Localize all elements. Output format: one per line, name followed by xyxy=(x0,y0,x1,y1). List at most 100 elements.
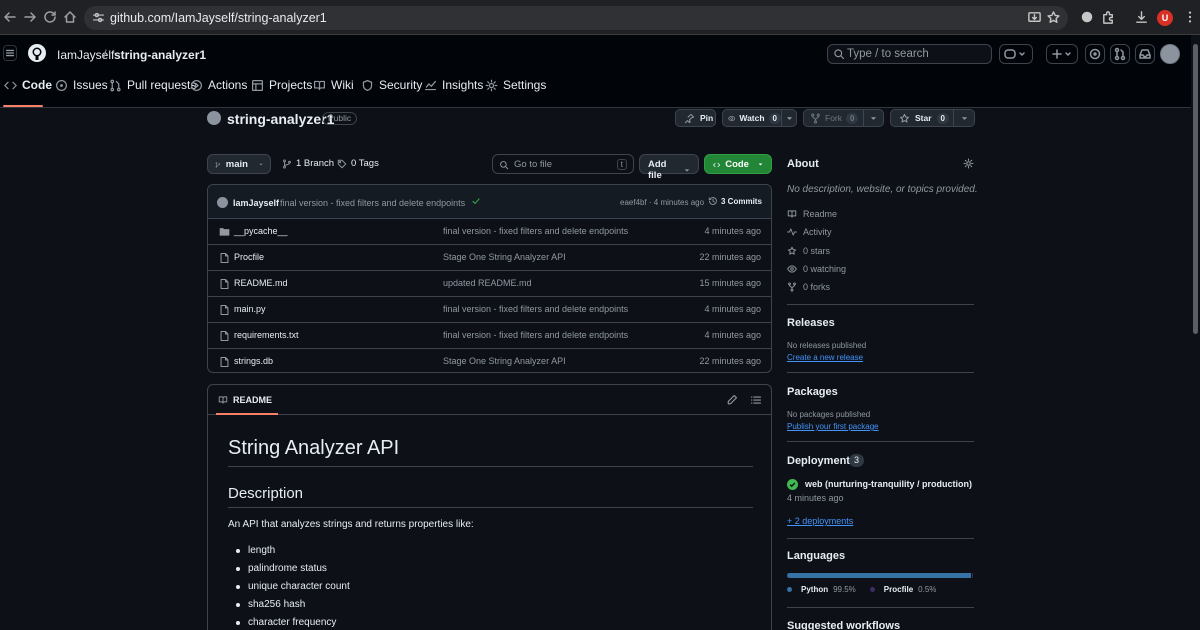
deployment-environment[interactable]: web (nurturing-tranquility / production) xyxy=(805,479,972,489)
commit-message[interactable]: final version - fixed filters and delete… xyxy=(280,198,465,208)
file-commit-time: 4 minutes ago xyxy=(704,304,761,314)
create-release-link[interactable]: Create a new release xyxy=(787,353,863,362)
inbox-icon[interactable] xyxy=(1135,44,1155,64)
extensions-puzzle-icon[interactable] xyxy=(1101,10,1117,26)
file-commit-message[interactable]: Stage One String Analyzer API xyxy=(443,252,566,262)
deployments-heading[interactable]: Deployments xyxy=(787,455,856,467)
file-commit-message[interactable]: updated README.md xyxy=(443,278,532,288)
file-commit-time: 22 minutes ago xyxy=(699,356,761,366)
site-info-icon[interactable] xyxy=(92,11,105,24)
file-icon xyxy=(219,356,230,368)
table-row[interactable]: requirements.txt final version - fixed fi… xyxy=(208,323,771,349)
pin-button[interactable]: Pin xyxy=(675,109,716,127)
tab-insights[interactable]: Insights xyxy=(424,78,483,92)
file-name[interactable]: Procfile xyxy=(234,252,264,262)
tags-link[interactable]: 0 Tags xyxy=(337,158,379,169)
repo-owner-avatar[interactable] xyxy=(207,111,221,125)
repo-link[interactable]: string-analyzer1 xyxy=(114,48,206,62)
commit-hash-time[interactable]: eaef4bf · 4 minutes ago xyxy=(620,198,704,207)
branches-link[interactable]: 1 Branch xyxy=(282,158,334,169)
tab-pull-requests[interactable]: Pull requests xyxy=(109,78,196,92)
reload-icon[interactable] xyxy=(42,9,60,27)
commit-author[interactable]: IamJayself xyxy=(233,198,279,208)
gear-icon[interactable] xyxy=(963,158,974,169)
chevron-down-icon[interactable] xyxy=(953,110,974,126)
tab-wiki[interactable]: Wiki xyxy=(313,78,354,92)
watch-button[interactable]: Watch 0 xyxy=(722,109,797,127)
install-app-icon[interactable] xyxy=(1027,10,1043,26)
file-name[interactable]: __pycache__ xyxy=(234,226,288,236)
table-row[interactable]: Procfile Stage One String Analyzer API 22 … xyxy=(208,245,771,271)
tab-projects[interactable]: Projects xyxy=(251,78,312,92)
divider xyxy=(228,507,753,508)
pencil-icon[interactable] xyxy=(726,394,738,406)
issues-icon[interactable] xyxy=(1085,44,1105,64)
add-file-button[interactable]: Add file xyxy=(639,154,699,181)
forks-link[interactable]: 0 forks xyxy=(787,282,830,292)
browser-menu-icon[interactable] xyxy=(1183,10,1199,26)
go-to-file-input[interactable]: Go to file t xyxy=(492,154,634,174)
chevron-down-icon[interactable] xyxy=(863,110,883,126)
github-logo-icon[interactable] xyxy=(28,44,46,62)
watching-link[interactable]: 0 watching xyxy=(787,264,846,274)
language-item[interactable]: Procfile 0.5% xyxy=(869,585,936,594)
readme-link[interactable]: Readme xyxy=(787,209,837,219)
tab-actions[interactable]: Actions xyxy=(190,78,247,92)
fork-button[interactable]: Fork 0 xyxy=(803,109,884,127)
more-deployments-link[interactable]: + 2 deployments xyxy=(787,516,853,526)
create-new-button[interactable] xyxy=(1046,44,1078,64)
tab-security[interactable]: Security xyxy=(361,78,422,92)
language-item[interactable]: Python 99.5% xyxy=(787,585,856,594)
tab-issues[interactable]: Issues xyxy=(55,78,108,92)
stars-link[interactable]: 0 stars xyxy=(787,246,830,256)
browser-profile-avatar[interactable]: U xyxy=(1157,10,1173,26)
tab-settings[interactable]: Settings xyxy=(485,78,546,92)
table-row[interactable]: main.py final version - fixed filters and… xyxy=(208,297,771,323)
releases-heading[interactable]: Releases xyxy=(787,317,835,329)
file-icon xyxy=(219,330,230,342)
scrollbar-thumb[interactable] xyxy=(1193,44,1198,334)
branch-selector[interactable]: main xyxy=(207,154,271,174)
download-icon[interactable] xyxy=(1134,10,1150,26)
outline-list-icon[interactable] xyxy=(750,394,762,406)
file-commit-message[interactable]: Stage One String Analyzer API xyxy=(443,356,566,366)
file-commit-message[interactable]: final version - fixed filters and delete… xyxy=(443,304,628,314)
table-row[interactable]: strings.db Stage One String Analyzer API 2… xyxy=(208,349,771,372)
url-text[interactable]: github.com/IamJayself/string-analyzer1 xyxy=(110,11,327,25)
commits-link[interactable]: 3 Commits xyxy=(708,196,762,206)
repo-title[interactable]: string-analyzer1 xyxy=(227,111,334,127)
back-arrow-icon[interactable] xyxy=(2,9,20,27)
readme-tab[interactable]: README xyxy=(233,395,272,405)
publish-package-link[interactable]: Publish your first package xyxy=(787,422,879,431)
bookmark-star-icon[interactable] xyxy=(1046,10,1062,26)
table-row[interactable]: __pycache__ final version - fixed filters… xyxy=(208,219,771,245)
file-name[interactable]: README.md xyxy=(234,278,288,288)
file-commit-message[interactable]: final version - fixed filters and delete… xyxy=(443,226,628,236)
copilot-button[interactable] xyxy=(999,44,1033,64)
file-commit-message[interactable]: final version - fixed filters and delete… xyxy=(443,330,628,340)
code-button[interactable]: Code xyxy=(704,154,772,174)
extension-icon[interactable] xyxy=(1080,10,1096,26)
hamburger-menu-icon[interactable] xyxy=(3,45,17,61)
home-icon[interactable] xyxy=(62,9,80,27)
user-avatar[interactable] xyxy=(1160,44,1180,64)
issue-icon xyxy=(56,79,67,91)
releases-empty-text: No releases published xyxy=(787,341,867,350)
search-icon xyxy=(500,160,509,169)
activity-link[interactable]: Activity xyxy=(787,227,832,237)
star-button[interactable]: Star 0 xyxy=(890,109,975,127)
tab-label: Security xyxy=(379,78,423,92)
avatar[interactable] xyxy=(217,197,228,208)
tab-code[interactable]: Code xyxy=(4,78,52,92)
chevron-down-icon[interactable] xyxy=(781,110,796,126)
file-name[interactable]: strings.db xyxy=(234,356,273,366)
table-row[interactable]: README.md updated README.md 15 minutes ago xyxy=(208,271,771,297)
list-item: unique character count xyxy=(236,581,350,592)
pull-requests-icon[interactable] xyxy=(1110,44,1130,64)
forward-arrow-icon[interactable] xyxy=(22,9,40,27)
packages-heading[interactable]: Packages xyxy=(787,386,838,398)
star-icon xyxy=(899,113,910,123)
file-name[interactable]: requirements.txt xyxy=(234,330,299,340)
divider xyxy=(787,607,974,608)
file-name[interactable]: main.py xyxy=(234,304,266,314)
